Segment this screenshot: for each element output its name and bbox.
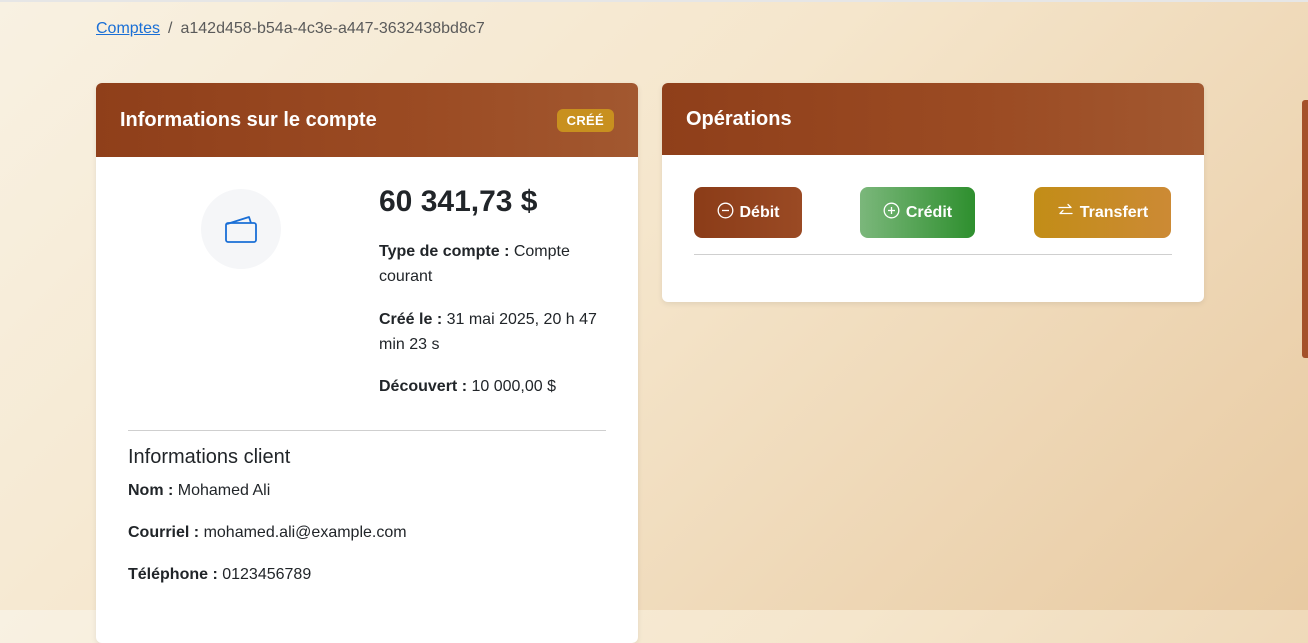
operations-header: Opérations [662, 83, 1204, 155]
overdraft-value: 10 000,00 $ [471, 378, 557, 395]
account-balance: 60 341,73 $ [379, 185, 538, 218]
account-type-label: Type de compte : [379, 243, 510, 260]
created-date-label: Créé le : [379, 311, 443, 328]
debit-label: Débit [739, 203, 780, 221]
plus-circle-icon [883, 202, 900, 219]
breadcrumb-link-comptes[interactable]: Comptes [96, 20, 160, 38]
credit-label: Crédit [905, 203, 953, 221]
overdraft-field: Découvert : 10 000,00 $ [379, 374, 614, 399]
operations-title: Opérations [686, 107, 792, 130]
wallet-icon [225, 216, 257, 243]
status-badge: CRÉÉ [556, 108, 614, 132]
client-phone-field: Téléphone : 0123456789 [128, 566, 311, 584]
client-name-value: Mohamed Ali [177, 482, 271, 499]
section-divider [128, 430, 606, 431]
scrollbar-thumb[interactable] [1302, 100, 1308, 358]
breadcrumb-separator: / [168, 20, 173, 37]
account-info-title: Informations sur le compte [120, 108, 377, 131]
client-name-label: Nom : [128, 482, 174, 499]
client-email-field: Courriel : mohamed.ali@example.com [128, 524, 407, 542]
wallet-avatar [201, 189, 281, 269]
account-info-card: Informations sur le compte CRÉÉ 60 341,7… [96, 83, 638, 643]
transfer-button[interactable]: Transfert [1034, 187, 1171, 238]
breadcrumb-current: a142d458-b54a-4c3e-a447-3632438bd8c7 [180, 20, 485, 37]
transfer-label: Transfert [1079, 203, 1149, 221]
breadcrumb: Comptes / a142d458-b54a-4c3e-a447-363243… [96, 20, 485, 38]
minus-circle-icon [717, 202, 733, 219]
client-phone-value: 0123456789 [222, 566, 312, 583]
created-date-field: Créé le : 31 mai 2025, 20 h 47 min 23 s [379, 307, 614, 357]
client-name-field: Nom : Mohamed Ali [128, 482, 270, 500]
operations-card: Opérations Débit Crédit Transfert [662, 83, 1204, 302]
operations-divider [694, 254, 1172, 255]
overdraft-label: Découvert : [379, 378, 468, 395]
client-info-title: Informations client [128, 446, 291, 468]
client-email-value: mohamed.ali@example.com [203, 524, 407, 541]
account-info-header: Informations sur le compte CRÉÉ [96, 83, 638, 157]
top-border [0, 0, 1308, 2]
debit-button[interactable]: Débit [694, 187, 802, 238]
transfer-arrows-icon [1058, 203, 1073, 215]
client-phone-label: Téléphone : [128, 566, 218, 583]
account-type-field: Type de compte : Compte courant [379, 239, 614, 289]
client-email-label: Courriel : [128, 524, 200, 541]
credit-button[interactable]: Crédit [860, 187, 975, 238]
